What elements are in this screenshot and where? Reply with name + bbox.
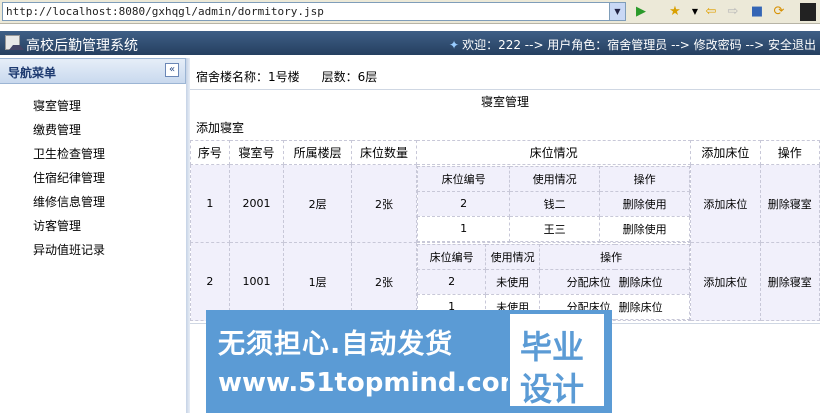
section-title: 寝室管理 xyxy=(480,95,529,109)
browser-toolbar: http://localhost:8080/gxhqgl/admin/dormi… xyxy=(0,0,820,24)
sidebar-item-dorm[interactable]: 寝室管理 xyxy=(0,96,186,120)
watermark-box1: 毕业 xyxy=(520,328,585,366)
bed-row: 1 王三 删除使用 xyxy=(417,215,691,242)
floor-count: 层数：6层 xyxy=(321,70,378,84)
bed-row: 2 钱二 删除使用 xyxy=(417,190,691,217)
watermark-logo: 毕业 设计 xyxy=(508,312,606,408)
watermark-line1: 无须担心.自动发货 xyxy=(218,329,454,360)
bed-table: 床位编号 使用情况 操作 2 未使用 分配床位 删除床位 1 未使用 分配床位 xyxy=(417,243,691,320)
bed-col-no: 床位编号 xyxy=(417,165,511,192)
delete-room-link[interactable]: 删除寝室 xyxy=(759,242,820,321)
col-bed-status: 床位情况 xyxy=(416,140,692,165)
building-info: 宿舍楼名称：1号楼 层数：6层 xyxy=(196,68,399,85)
room-table: 序号 寝室号 所属楼层 床位数量 床位情况 添加床位 操作 1 2001 2层 … xyxy=(190,140,820,321)
bed-status-cell: 床位编号 使用情况 操作 2 钱二 删除使用 1 王三 删除使用 xyxy=(416,164,692,243)
address-dropdown-icon[interactable]: ▼ xyxy=(609,3,625,20)
back-arrow-icon[interactable]: ⇦ xyxy=(702,3,720,21)
room-index: 1 xyxy=(190,164,230,243)
building-name: 宿舍楼名称：1号楼 xyxy=(196,70,300,84)
watermark-box2: 设计 xyxy=(520,370,585,408)
room-no: 2001 xyxy=(228,164,285,243)
bed-header-row: 床位编号 使用情况 操作 xyxy=(417,243,691,270)
bed-header-row: 床位编号 使用情况 操作 xyxy=(417,165,691,192)
add-room-link[interactable]: 添加寝室 xyxy=(196,119,244,136)
go-arrow-icon[interactable]: ▶ xyxy=(632,3,650,21)
remove-usage-link[interactable]: 删除使用 xyxy=(599,190,691,217)
col-floor: 所属楼层 xyxy=(283,140,352,165)
app-header: 高校后勤管理系统 ✦ 欢迎：222 --> 用户角色：宿舍管理员 --> 修改密码… xyxy=(0,31,820,55)
delete-bed-link[interactable]: 删除床位 xyxy=(614,293,691,320)
bed-no: 2 xyxy=(417,190,511,217)
add-bed-link[interactable]: 添加床位 xyxy=(690,164,761,243)
bed-col-op: 操作 xyxy=(539,243,691,270)
table-row: 2 1001 1层 2张 床位编号 使用情况 操作 2 未使用 分配床位 删除床… xyxy=(190,242,820,321)
home-logo-icon xyxy=(5,35,24,50)
bed-table: 床位编号 使用情况 操作 2 钱二 删除使用 1 王三 删除使用 xyxy=(417,165,691,242)
bed-usage: 未使用 xyxy=(485,268,541,295)
sidebar-item-duty[interactable]: 异动值班记录 xyxy=(0,240,186,264)
sidebar-item-hygiene[interactable]: 卫生检查管理 xyxy=(0,144,186,168)
room-index: 2 xyxy=(190,242,230,321)
sidebar: 导航菜单 « 寝室管理 缴费管理 卫生检查管理 住宿纪律管理 维修信息管理 访客… xyxy=(0,58,186,413)
collapse-icon[interactable]: « xyxy=(165,63,179,77)
col-operation: 操作 xyxy=(759,140,820,165)
assign-bed-link[interactable]: 分配床位 xyxy=(539,268,615,295)
stop-icon[interactable]: ■ xyxy=(748,3,766,21)
star-icon[interactable]: ★ xyxy=(666,3,684,21)
room-floor: 2层 xyxy=(283,164,352,243)
user-nav[interactable]: ✦ 欢迎：222 --> 用户角色：宿舍管理员 --> 修改密码 --> 安全退出 xyxy=(449,36,816,53)
table-row: 1 2001 2层 2张 床位编号 使用情况 操作 2 钱二 删除使用 1 王三… xyxy=(190,164,820,243)
watermark-banner: 无须担心.自动发货 www.51topmind.com 毕业 设计 xyxy=(206,310,612,413)
user-nav-text[interactable]: 欢迎：222 --> 用户角色：宿舍管理员 --> 修改密码 --> 安全退出 xyxy=(462,38,816,52)
col-index: 序号 xyxy=(190,140,230,165)
room-no: 1001 xyxy=(228,242,285,321)
bed-row: 2 未使用 分配床位 删除床位 xyxy=(417,268,691,295)
nav-title: 导航菜单 xyxy=(8,66,57,80)
nav-header: 导航菜单 « xyxy=(0,58,186,84)
room-bed-count: 2张 xyxy=(350,164,418,243)
remove-usage-link[interactable]: 删除使用 xyxy=(599,215,691,242)
magic-wand-icon: ✦ xyxy=(449,38,460,52)
bed-no: 2 xyxy=(417,268,487,295)
col-add-bed: 添加床位 xyxy=(690,140,761,165)
room-bed-count: 2张 xyxy=(350,242,418,321)
watermark-line2: www.51topmind.com xyxy=(218,368,527,398)
divider-line xyxy=(190,89,820,90)
bed-usage: 钱二 xyxy=(509,190,601,217)
bed-col-op: 操作 xyxy=(599,165,691,192)
col-room-no: 寝室号 xyxy=(228,140,285,165)
app-title: 高校后勤管理系统 xyxy=(26,38,138,54)
bed-col-usage: 使用情况 xyxy=(485,243,541,270)
bed-status-cell: 床位编号 使用情况 操作 2 未使用 分配床位 删除床位 1 未使用 分配床位 xyxy=(416,242,692,321)
refresh-icon[interactable]: ⟳ xyxy=(770,3,788,21)
bed-col-usage: 使用情况 xyxy=(509,165,601,192)
bed-col-no: 床位编号 xyxy=(417,243,487,270)
nav-menu: 寝室管理 缴费管理 卫生检查管理 住宿纪律管理 维修信息管理 访客管理 异动值班… xyxy=(0,84,186,264)
room-floor: 1层 xyxy=(283,242,352,321)
sidebar-item-fee[interactable]: 缴费管理 xyxy=(0,120,186,144)
col-bed-count: 床位数量 xyxy=(350,140,418,165)
sidebar-item-visitor[interactable]: 访客管理 xyxy=(0,216,186,240)
forward-arrow-icon[interactable]: ⇨ xyxy=(724,3,742,21)
bed-usage: 王三 xyxy=(509,215,601,242)
delete-bed-link[interactable]: 删除床位 xyxy=(614,268,691,295)
watermark-text: 无须担心.自动发货 www.51topmind.com xyxy=(206,310,527,413)
sidebar-item-discipline[interactable]: 住宿纪律管理 xyxy=(0,168,186,192)
delete-room-link[interactable]: 删除寝室 xyxy=(759,164,820,243)
add-bed-link[interactable]: 添加床位 xyxy=(690,242,761,321)
bed-no: 1 xyxy=(417,215,511,242)
table-header-row: 序号 寝室号 所属楼层 床位数量 床位情况 添加床位 操作 xyxy=(190,140,820,165)
toolbar-extra-icon[interactable] xyxy=(800,3,816,21)
address-bar[interactable]: http://localhost:8080/gxhqgl/admin/dormi… xyxy=(2,2,626,21)
sidebar-item-repair[interactable]: 维修信息管理 xyxy=(0,192,186,216)
